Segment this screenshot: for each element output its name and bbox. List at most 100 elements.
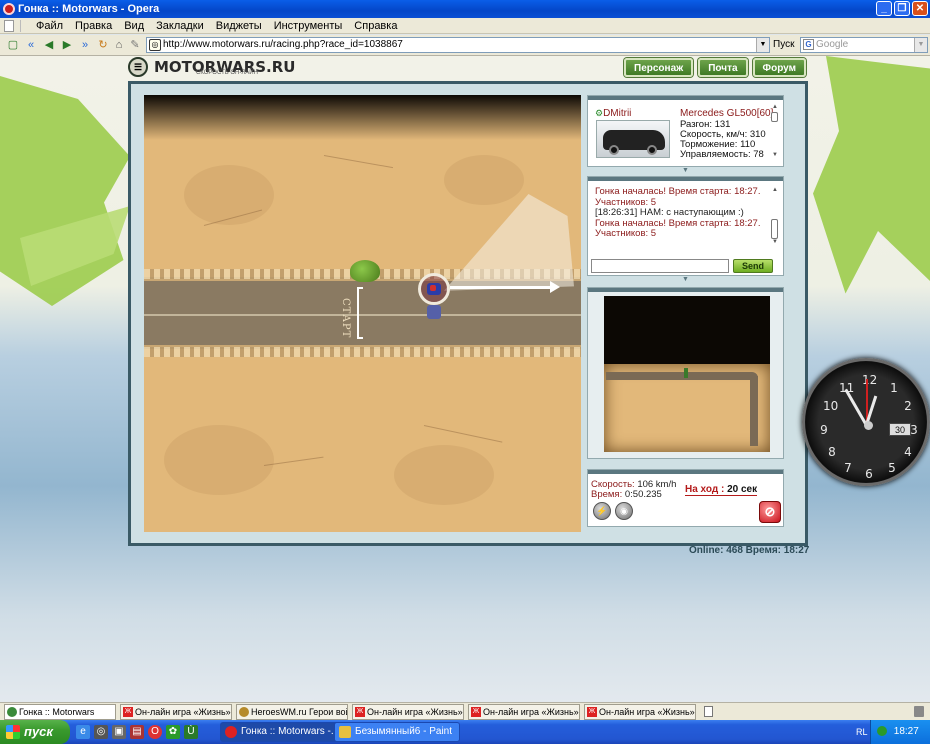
menu-separator (20, 19, 28, 32)
tray-clock[interactable]: 18:27 (894, 726, 919, 737)
quicklaunch-media-icon[interactable]: ▣ (112, 725, 126, 739)
tab-zhizn-2[interactable]: Ж Он-лайн игра «Жизнь» ... (352, 704, 464, 720)
direction-arrow[interactable] (450, 286, 554, 289)
zh-icon: Ж (123, 707, 133, 717)
car-info-scrollbar[interactable]: ▲ ▼ (771, 104, 779, 160)
clock-gadget[interactable]: 12 1 2 3 4 5 6 7 8 9 10 11 30 (802, 358, 930, 486)
close-button[interactable]: ✕ (912, 1, 928, 16)
motorwars-icon (7, 707, 17, 717)
chat-input[interactable] (591, 259, 729, 273)
road-midline (144, 314, 581, 316)
scroll-up-icon[interactable]: ▲ (771, 187, 779, 195)
home-icon[interactable]: ⌂ (112, 38, 126, 52)
reload-icon[interactable]: ↻ (96, 38, 110, 52)
heroes-icon (239, 707, 249, 717)
race-track-view[interactable]: СТАРТ (144, 95, 581, 532)
menu-help[interactable]: Справка (348, 18, 403, 34)
quicklaunch-opera-icon[interactable]: O (148, 725, 162, 739)
driver-name[interactable]: ⚙DMitrii (595, 108, 631, 119)
title-bar: Гонка :: Motorwars - Opera _ ❐ ✕ (0, 0, 930, 18)
menu-widgets[interactable]: Виджеты (210, 18, 268, 34)
horn-icon[interactable]: ◉ (615, 502, 633, 520)
scroll-thumb[interactable] (771, 112, 778, 122)
game-frame: СТАРТ ⚙DMitrii Mercedes GL500[60] Разгон… (128, 81, 808, 546)
window-controls: _ ❐ ✕ (876, 1, 928, 16)
nav-forum-button[interactable]: Форум (752, 58, 806, 77)
chat-log: Гонка началась! Время старта: 18:27. Уча… (595, 186, 765, 240)
tab-heroeswm[interactable]: HeroesWM.ru Герои вой... (236, 704, 348, 720)
background-leaf (813, 56, 930, 294)
minimap[interactable] (604, 296, 770, 452)
maximize-button[interactable]: ❐ (894, 1, 910, 16)
scroll-down-icon[interactable]: ▼ (771, 152, 779, 160)
stop-icon[interactable]: ⊘ (759, 501, 781, 523)
player-car-marker[interactable] (418, 273, 450, 305)
start-label: СТАРТ (340, 298, 351, 339)
rewind-icon[interactable]: « (24, 38, 38, 52)
opera-icon (3, 3, 15, 15)
start-line (357, 287, 363, 339)
car-info-box: ⚙DMitrii Mercedes GL500[60] Разгон: 131 … (587, 95, 784, 174)
nav-mail-button[interactable]: Почта (698, 58, 748, 77)
menu-tools[interactable]: Инструменты (268, 18, 349, 34)
site-logo[interactable]: ☰ MOTORWARS.RU СКОРОСТЬ ОН-ЛАЙН (128, 56, 295, 78)
quicklaunch-ie-icon[interactable]: e (76, 725, 90, 739)
zh-icon: Ж (471, 707, 481, 717)
taskbar-window-paint[interactable]: Безымянный6 - Paint (334, 722, 460, 742)
game-frame-inner: СТАРТ ⚙DMitrii Mercedes GL500[60] Разгон… (131, 84, 805, 543)
scroll-thumb[interactable] (771, 219, 778, 239)
language-indicator[interactable]: RL (856, 727, 868, 737)
address-input[interactable]: ◎ http://www.motorwars.ru/racing.php?rac… (146, 37, 770, 53)
taskbar: пуск e ◎ ▣ ▤ O ✿ Ù Гонка :: Motorwars -.… (0, 720, 930, 744)
quicklaunch-winamp-icon[interactable]: ◎ (94, 725, 108, 739)
edit-icon[interactable]: ✎ (128, 38, 142, 52)
google-icon: G (803, 39, 814, 50)
fast-forward-icon[interactable]: » (78, 38, 92, 52)
new-page-icon[interactable]: ▢ (6, 38, 20, 52)
scroll-up-icon[interactable]: ▲ (771, 104, 779, 112)
paint-icon (339, 726, 351, 738)
forward-icon[interactable]: ▶ (60, 38, 74, 52)
tab-zhizn-1[interactable]: Ж Он-лайн игра «Жизнь» ... (120, 704, 232, 720)
quicklaunch-u-icon[interactable]: Ù (184, 725, 198, 739)
race-status-box: Скорость: 106 km/h Время: 0:50.235 На хо… (587, 469, 784, 527)
back-icon[interactable]: ◀ (42, 38, 56, 52)
search-input[interactable]: G Google ▼ (800, 37, 928, 53)
minimap-car-marker (684, 368, 688, 378)
direction-arrow-head[interactable] (550, 281, 560, 293)
taskbar-window-opera[interactable]: Гонка :: Motorwars -... (220, 722, 346, 742)
car-photo (596, 120, 670, 158)
nitro-icon[interactable]: ⚡ (593, 502, 611, 520)
new-tab-icon[interactable] (704, 706, 713, 717)
start-button[interactable]: пуск (0, 720, 70, 744)
menu-view[interactable]: Вид (118, 18, 150, 34)
menu-file[interactable]: Файл (30, 18, 69, 34)
chat-line: [18:26:31] НАМ: с наступающим :) (595, 207, 744, 218)
sand-texture (394, 445, 494, 505)
sand-crack (323, 155, 394, 169)
tab-zhizn-4[interactable]: Ж Он-лайн игра «Жизнь» ... (584, 704, 696, 720)
tab-motorwars[interactable]: Гонка :: Motorwars (4, 704, 116, 720)
tray-icq-icon[interactable] (877, 726, 887, 737)
tab-zhizn-3[interactable]: Ж Он-лайн игра «Жизнь» ... (468, 704, 580, 720)
clock-number: 2 (904, 399, 912, 413)
nav-character-button[interactable]: Персонаж (624, 58, 694, 77)
quicklaunch-app-icon[interactable]: ▤ (130, 725, 144, 739)
minimize-button[interactable]: _ (876, 1, 892, 16)
clock-number: 4 (904, 445, 912, 459)
chevron-down-icon: ▼ (682, 276, 689, 283)
menu-edit[interactable]: Правка (69, 18, 118, 34)
car-stats: Разгон: 131 Скорость, км/ч: 310 Торможен… (680, 120, 766, 160)
chat-scrollbar[interactable]: ▲ ▼ (771, 187, 779, 247)
search-engine-chevron-icon[interactable]: ▼ (914, 38, 927, 52)
scroll-down-icon[interactable]: ▼ (771, 239, 779, 247)
trash-icon[interactable] (914, 706, 924, 717)
chevron-down-icon[interactable]: ▼ (756, 38, 769, 52)
send-button[interactable]: Send (733, 259, 773, 273)
web-page: ☰ MOTORWARS.RU СКОРОСТЬ ОН-ЛАЙН Персонаж… (0, 56, 930, 702)
quicklaunch-icq-icon[interactable]: ✿ (166, 725, 180, 739)
search-go-label[interactable]: Пуск (773, 39, 794, 50)
minimap-box (587, 287, 784, 459)
clock-minute-hand (844, 388, 868, 427)
menu-bookmarks[interactable]: Закладки (150, 18, 210, 34)
